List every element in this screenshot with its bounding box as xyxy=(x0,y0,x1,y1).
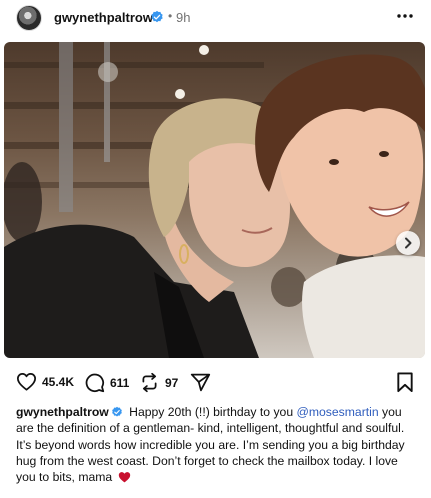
photo-scene xyxy=(4,42,425,358)
share-icon xyxy=(190,373,211,392)
heart-icon xyxy=(17,373,37,391)
chevron-right-icon xyxy=(405,237,412,249)
caption-mention-link[interactable]: @mosesmartin xyxy=(297,405,379,419)
comment-button[interactable]: 611 xyxy=(84,372,129,393)
like-button[interactable]: 45.4K xyxy=(16,372,74,391)
repost-count: 97 xyxy=(165,375,179,390)
share-button[interactable] xyxy=(190,372,211,392)
post-header: gwynethpaltrow • 9h xyxy=(0,0,431,36)
post-time[interactable]: 9h xyxy=(176,10,190,25)
more-icon xyxy=(397,14,413,18)
red-heart-emoji-icon xyxy=(118,472,130,483)
repost-button[interactable]: 97 xyxy=(139,372,178,393)
caption-text-start: Happy 20th (!!) birthday to you xyxy=(129,405,297,419)
post-username[interactable]: gwynethpaltrow xyxy=(54,10,153,25)
bookmark-icon xyxy=(397,372,413,393)
post-photo[interactable] xyxy=(4,42,425,358)
verified-icon xyxy=(151,10,163,23)
comment-count: 611 xyxy=(110,375,130,390)
comment-icon xyxy=(85,373,105,393)
more-options-button[interactable] xyxy=(394,6,416,26)
post-caption: gwynethpaltrow Happy 20th (!!) birthday … xyxy=(16,404,420,485)
repost-icon xyxy=(142,372,157,393)
like-count: 45.4K xyxy=(42,374,75,389)
avatar[interactable] xyxy=(16,5,42,31)
separator-dot: • xyxy=(168,9,173,23)
caption-username[interactable]: gwynethpaltrow xyxy=(16,405,109,419)
verified-icon xyxy=(111,406,122,417)
action-bar: 45.4K 611 97 xyxy=(0,368,431,398)
save-button[interactable] xyxy=(396,372,414,398)
carousel-next-button[interactable] xyxy=(396,231,420,255)
